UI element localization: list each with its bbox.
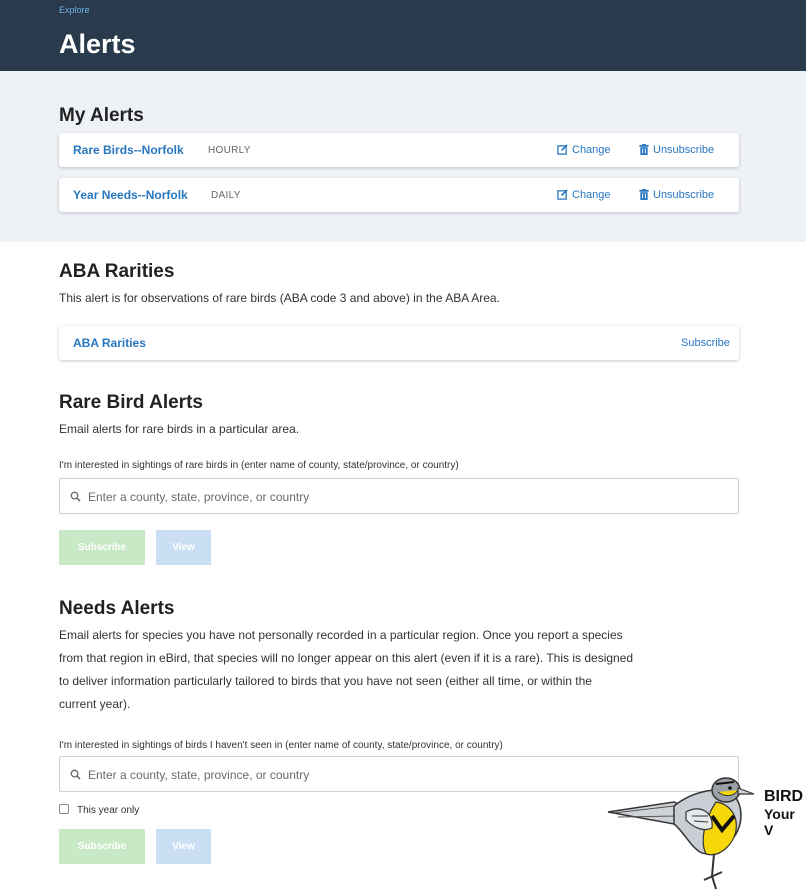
alert-card-year-needs-norfolk: Year Needs--Norfolk DAILY Change Unsubsc… (59, 178, 739, 212)
meadowlark-bird-icon (607, 777, 755, 889)
aba-rarities-description: This alert is for observations of rare b… (59, 291, 500, 305)
this-year-only-label: This year only (77, 805, 140, 816)
change-button[interactable]: Change (557, 189, 611, 201)
needs-view-button[interactable]: View (156, 829, 211, 864)
rare-bird-alerts-title: Rare Bird Alerts (59, 392, 203, 413)
bird-logo: BIRD Your V (604, 772, 806, 889)
rare-bird-field-label: I'm interested in sightings of rare bird… (59, 460, 459, 471)
my-alerts-title: My Alerts (59, 105, 144, 126)
rare-bird-alerts-description: Email alerts for rare birds in a particu… (59, 422, 300, 436)
alert-frequency: HOURLY (208, 145, 251, 156)
change-label: Change (572, 144, 611, 156)
my-alerts-panel: My Alerts Rare Birds--Norfolk HOURLY Cha… (0, 71, 806, 242)
trash-icon (639, 144, 649, 155)
aba-rarities-title: ABA Rarities (59, 261, 175, 282)
rare-bird-search-input[interactable] (88, 487, 728, 507)
needs-description-line: to deliver information particularly tail… (59, 674, 592, 688)
page-title: Alerts (59, 29, 136, 59)
unsubscribe-button[interactable]: Unsubscribe (639, 144, 714, 156)
rare-bird-view-button[interactable]: View (156, 530, 211, 565)
needs-subscribe-button[interactable]: Subscribe (59, 829, 145, 864)
needs-description-line: Email alerts for species you have not pe… (59, 628, 623, 642)
alert-name[interactable]: Rare Birds--Norfolk (73, 143, 184, 157)
needs-alerts-title: Needs Alerts (59, 598, 175, 619)
needs-description-line: current year). (59, 697, 131, 711)
logo-text-line1: BIRD (764, 788, 804, 805)
change-label: Change (572, 189, 611, 201)
edit-icon (557, 189, 568, 200)
trash-icon (639, 189, 649, 200)
breadcrumb-explore[interactable]: Explore (59, 5, 90, 15)
checkbox-box[interactable] (59, 804, 69, 814)
aba-rarities-card: ABA Rarities Subscribe (59, 326, 739, 360)
logo-text-line2: Your V (764, 806, 795, 838)
aba-rarities-name[interactable]: ABA Rarities (73, 336, 146, 350)
alert-card-rare-birds-norfolk: Rare Birds--Norfolk HOURLY Change Unsubs… (59, 133, 739, 167)
edit-icon (557, 144, 568, 155)
alert-frequency: DAILY (211, 190, 241, 201)
search-icon (70, 769, 81, 780)
unsubscribe-label: Unsubscribe (653, 189, 715, 201)
change-button[interactable]: Change (557, 144, 611, 156)
page-header: Explore Alerts (0, 0, 806, 71)
needs-field-label: I'm interested in sightings of birds I h… (59, 740, 503, 751)
needs-description-line: from that region in eBird, that species … (59, 651, 634, 665)
rare-bird-subscribe-button[interactable]: Subscribe (59, 530, 145, 565)
search-icon (70, 491, 81, 502)
unsubscribe-label: Unsubscribe (653, 144, 715, 156)
this-year-only-checkbox[interactable]: This year only (59, 804, 139, 816)
aba-subscribe-link[interactable]: Subscribe (681, 337, 730, 349)
alert-name[interactable]: Year Needs--Norfolk (73, 188, 188, 202)
rare-bird-search-box (59, 478, 739, 514)
unsubscribe-button[interactable]: Unsubscribe (639, 189, 714, 201)
